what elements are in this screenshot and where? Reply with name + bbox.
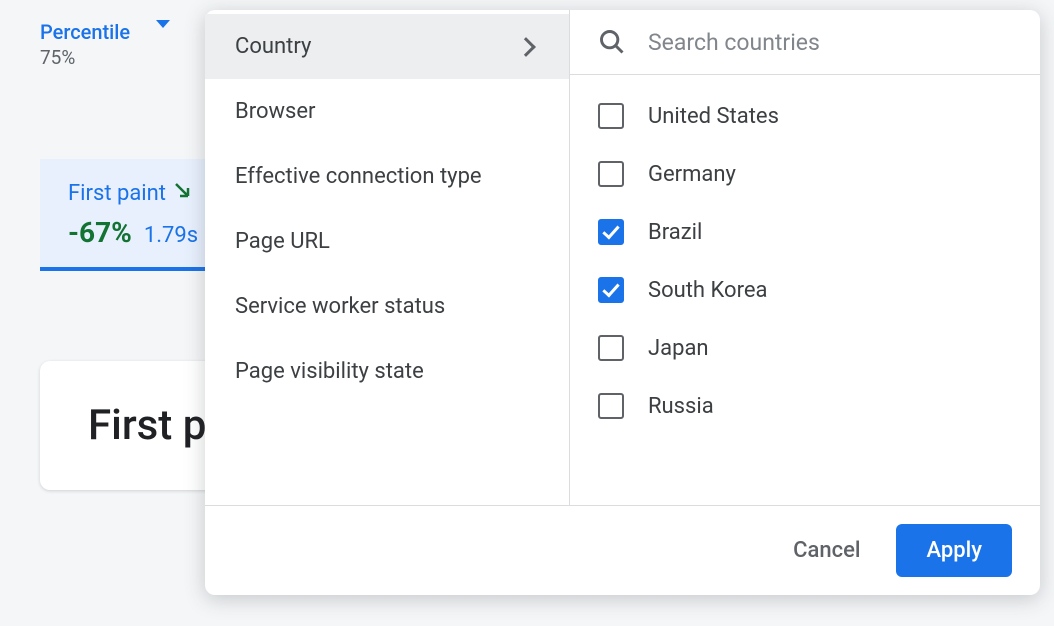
dimension-item[interactable]: Page URL [205, 209, 569, 274]
percentile-selector[interactable]: Percentile 75% [40, 20, 170, 69]
search-icon [598, 28, 626, 56]
checkbox-item[interactable]: Germany [570, 145, 1040, 203]
dimension-label: Service worker status [235, 294, 445, 319]
checkbox-icon [598, 277, 624, 303]
metric-time: 1.79s [144, 223, 198, 248]
chevron-right-icon [516, 37, 536, 57]
checkbox-item[interactable]: Japan [570, 319, 1040, 377]
values-panel: United States Germany Brazil South Korea Jap… [570, 10, 1040, 505]
percentile-value: 75% [40, 46, 130, 69]
panel-footer: Cancel Apply [205, 505, 1040, 595]
checkbox-icon [598, 219, 624, 245]
dimension-label: Country [235, 34, 311, 59]
dimension-label: Page visibility state [235, 359, 424, 384]
search-input[interactable] [648, 29, 1012, 56]
panel-body: Country Browser Effective connection type P… [205, 10, 1040, 505]
dimension-item[interactable]: Page visibility state [205, 339, 569, 404]
percentile-label: Percentile [40, 20, 130, 44]
checkbox-label: Germany [648, 162, 736, 187]
dimension-label: Browser [235, 99, 316, 124]
apply-button[interactable]: Apply [896, 524, 1012, 577]
checkbox-label: Japan [648, 336, 709, 361]
checkbox-item[interactable]: Russia [570, 377, 1040, 435]
trend-down-icon [174, 181, 192, 206]
search-row [570, 10, 1040, 75]
checkbox-icon [598, 103, 624, 129]
checkbox-item[interactable]: South Korea [570, 261, 1040, 319]
checkbox-icon [598, 161, 624, 187]
detail-title: First p [88, 401, 206, 450]
dimension-item[interactable]: Effective connection type [205, 144, 569, 209]
checkbox-label: South Korea [648, 278, 767, 303]
checkbox-label: United States [648, 104, 779, 129]
dropdown-arrow-icon [156, 28, 170, 52]
checkbox-label: Brazil [648, 220, 702, 245]
dimension-item[interactable]: Service worker status [205, 274, 569, 339]
filter-dropdown-panel: Country Browser Effective connection type P… [205, 10, 1040, 595]
dimension-label: Page URL [235, 229, 330, 254]
checkbox-label: Russia [648, 394, 714, 419]
cancel-button[interactable]: Cancel [793, 538, 860, 563]
dimension-list: Country Browser Effective connection type P… [205, 10, 570, 505]
dimension-item[interactable]: Country [205, 14, 569, 79]
dimension-item[interactable]: Browser [205, 79, 569, 144]
checkbox-list: United States Germany Brazil South Korea Jap… [570, 75, 1040, 505]
checkbox-icon [598, 335, 624, 361]
checkbox-item[interactable]: Brazil [570, 203, 1040, 261]
checkbox-item[interactable]: United States [570, 87, 1040, 145]
dimension-label: Effective connection type [235, 164, 482, 189]
metric-percent: -67% [68, 216, 132, 249]
metric-title-text: First paint [68, 181, 166, 206]
checkbox-icon [598, 393, 624, 419]
